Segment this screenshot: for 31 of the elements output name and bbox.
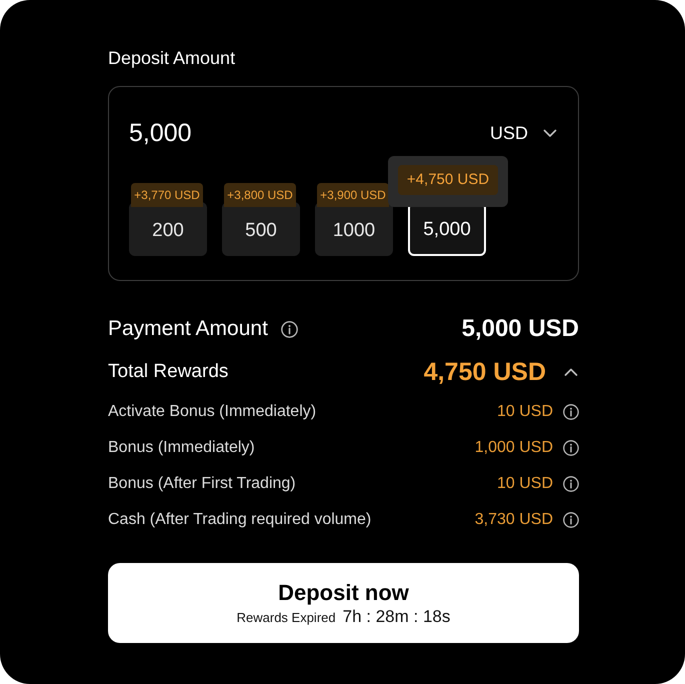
amount-value: 5,000 <box>129 118 192 149</box>
amount-input-field[interactable]: 5,000 USD 200 +3,770 USD 500 +3,800 USD 1000 +3,900 USD 5,000 +4,750 USD <box>108 86 579 281</box>
countdown-timer: 7h : 28m : 18s <box>342 607 450 627</box>
amount-option[interactable]: 200 <box>129 202 207 256</box>
expiry-label: Rewards Expired <box>236 609 336 627</box>
reward-label: Activate Bonus (Immediately) <box>108 402 316 422</box>
payment-value: 5,000 USD <box>462 315 579 343</box>
info-icon[interactable] <box>563 440 579 456</box>
info-icon[interactable] <box>563 512 579 528</box>
reward-value: 10 USD <box>496 474 553 494</box>
reward-value: 3,730 USD <box>474 510 553 530</box>
reward-label: Cash (After Trading required volume) <box>108 510 372 530</box>
info-icon[interactable] <box>280 320 298 338</box>
amount-option[interactable]: 500 <box>222 202 300 256</box>
bonus-badge: +3,800 USD <box>224 183 296 207</box>
payment-label: Payment Amount <box>108 316 268 342</box>
bonus-badge: +3,900 USD <box>317 183 389 207</box>
rewards-value: 4,750 USD <box>424 357 546 387</box>
bonus-badge: +4,750 USD <box>398 165 498 195</box>
rewards-label: Total Rewards <box>108 360 228 384</box>
info-icon[interactable] <box>563 476 579 492</box>
bonus-badge: +3,770 USD <box>131 183 203 207</box>
reward-label: Bonus (Immediately) <box>108 438 255 458</box>
reward-label: Bonus (After First Trading) <box>108 474 296 494</box>
currency-selector[interactable]: USD <box>490 121 528 145</box>
reward-value: 1,000 USD <box>474 438 553 458</box>
reward-value: 10 USD <box>496 402 553 422</box>
section-title: Deposit Amount <box>108 47 236 70</box>
deposit-button[interactable]: Deposit now Rewards Expired 7h : 28m : 18s <box>108 563 579 643</box>
amount-option[interactable]: 1000 <box>315 202 393 256</box>
info-icon[interactable] <box>563 404 579 420</box>
